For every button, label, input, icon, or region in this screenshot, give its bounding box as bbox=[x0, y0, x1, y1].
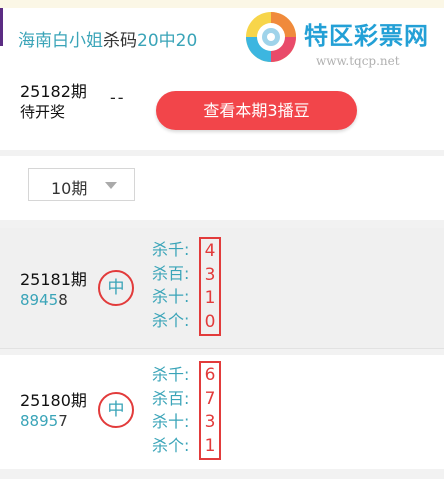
label-thousands: 杀千: bbox=[152, 365, 190, 384]
digit-units: 1 bbox=[204, 435, 216, 456]
logo-url: www.tqcp.net bbox=[316, 54, 400, 68]
row-numbers-last: 7 bbox=[58, 412, 68, 430]
digit-tens: 3 bbox=[204, 412, 216, 432]
chevron-down-icon bbox=[105, 182, 117, 189]
divider bbox=[0, 348, 444, 349]
hit-badge: 中 bbox=[98, 392, 134, 428]
period-count-select[interactable]: 10期 bbox=[28, 168, 135, 201]
logo-text: 特区彩票网 bbox=[304, 22, 429, 50]
row-numbers-last: 8 bbox=[58, 291, 68, 309]
row-numbers-prefix: 8895 bbox=[20, 412, 59, 430]
row-numbers: 89458 bbox=[20, 291, 68, 309]
left-accent-bar bbox=[0, 8, 3, 46]
view-current-button[interactable]: 查看本期3播豆 bbox=[156, 91, 357, 130]
site-logo[interactable]: 特区彩票网 www.tqcp.net bbox=[244, 8, 444, 80]
label-tens: 杀十: bbox=[152, 412, 190, 431]
row-numbers-prefix: 8945 bbox=[20, 291, 59, 309]
kill-digits-box: 6 7 3 1 bbox=[199, 361, 221, 460]
kill-digits-box: 4 3 1 0 bbox=[199, 237, 221, 336]
title-blue: 海南白小姐 bbox=[18, 31, 103, 51]
digit-thousands: 6 bbox=[204, 365, 216, 385]
kill-labels: 杀千: 杀百: 杀十: 杀个: bbox=[152, 363, 189, 457]
current-status: 待开奖 bbox=[20, 103, 66, 121]
digit-hundreds: 3 bbox=[204, 264, 216, 285]
kill-labels: 杀千: 杀百: 杀十: 杀个: bbox=[152, 238, 189, 332]
label-units: 杀个: bbox=[152, 435, 190, 455]
top-strip bbox=[0, 0, 444, 8]
digit-units: 0 bbox=[204, 311, 216, 332]
current-result-placeholder: -- bbox=[110, 88, 126, 107]
page-title: 海南白小姐杀码20中20 bbox=[18, 26, 197, 51]
row-period: 25180期 bbox=[20, 391, 87, 410]
label-hundreds: 杀百: bbox=[152, 263, 190, 283]
digit-hundreds: 7 bbox=[204, 388, 216, 409]
list-item: 25181期 89458 中 杀千: 杀百: 杀十: 杀个: 4 3 1 0 bbox=[0, 228, 444, 348]
title-blue2: 20中20 bbox=[137, 31, 198, 51]
row-numbers: 88957 bbox=[20, 412, 68, 430]
label-thousands: 杀千: bbox=[152, 240, 190, 259]
period-count-value: 10期 bbox=[51, 179, 88, 198]
list-item: 25180期 88957 中 杀千: 杀百: 杀十: 杀个: 6 7 3 1 bbox=[0, 355, 444, 469]
header: 海南白小姐杀码20中20 特区彩票网 www.tqcp.net 25182期 待… bbox=[0, 0, 444, 150]
digit-thousands: 4 bbox=[204, 241, 216, 261]
filter-bar: 10期 bbox=[0, 156, 444, 220]
logo-swirl-icon bbox=[246, 12, 296, 62]
hit-badge: 中 bbox=[98, 270, 134, 306]
bottom-band bbox=[0, 469, 444, 479]
digit-tens: 1 bbox=[204, 288, 216, 308]
label-units: 杀个: bbox=[152, 310, 190, 330]
row-period: 25181期 bbox=[20, 270, 87, 289]
label-hundreds: 杀百: bbox=[152, 388, 190, 408]
label-tens: 杀十: bbox=[152, 287, 190, 306]
current-period: 25182期 bbox=[20, 82, 87, 101]
title-dark: 杀码 bbox=[103, 31, 137, 51]
